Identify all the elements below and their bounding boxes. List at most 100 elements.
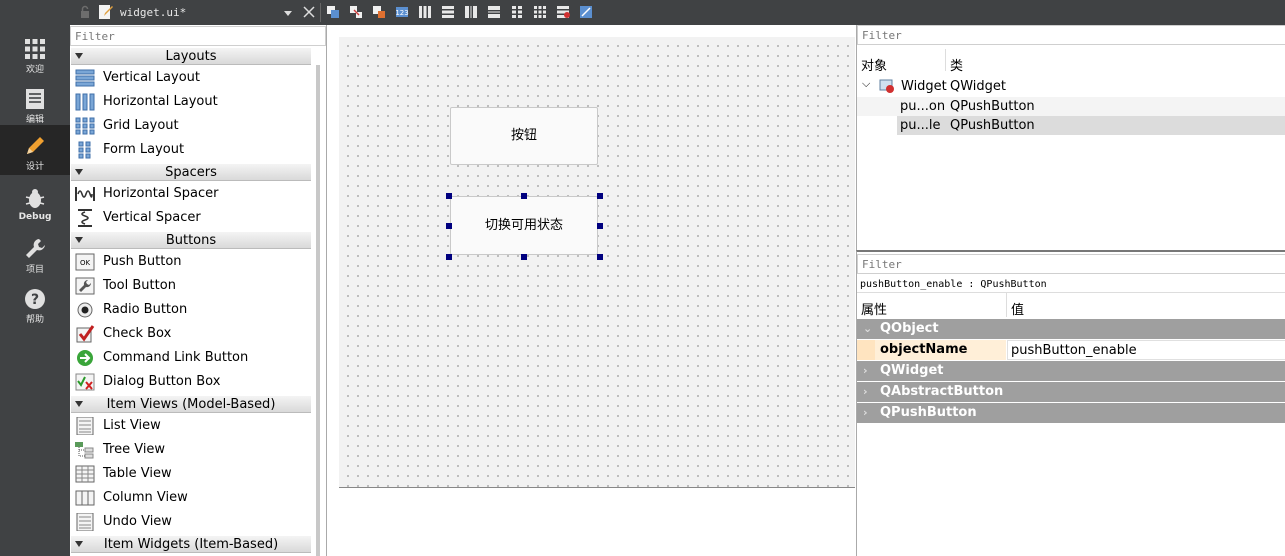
- layout-grid-icon[interactable]: [533, 5, 547, 19]
- editor-toolbar: widget.ui* 123: [70, 0, 1285, 25]
- property-group-qpushbutton[interactable]: › QPushButton: [857, 403, 1285, 423]
- category-item-widgets[interactable]: Item Widgets (Item-Based): [71, 536, 311, 553]
- layout-form-icon[interactable]: [510, 5, 524, 19]
- question-icon: ?: [25, 289, 45, 309]
- tool-button-icon: [75, 277, 95, 295]
- widget-push-button[interactable]: OK Push Button: [71, 250, 311, 274]
- property-row-objectname[interactable]: objectName pushButton_enable: [857, 340, 1285, 360]
- widget-box: Filter Layouts Vertical Layout Horizonta…: [70, 25, 327, 556]
- mode-welcome[interactable]: 欢迎: [0, 32, 70, 82]
- object-inspector: Filter 对象 类 ⌵ Widget QWidget pu...on QPu…: [856, 25, 1285, 250]
- object-name-field[interactable]: pushButton_enable: [1007, 340, 1285, 360]
- category-buttons[interactable]: Buttons: [71, 232, 311, 249]
- mode-label: Debug: [18, 212, 52, 222]
- widget-undo-view[interactable]: Undo View: [71, 510, 311, 534]
- chevron-down-icon[interactable]: [284, 11, 292, 16]
- widget-tool-button[interactable]: Tool Button: [71, 274, 311, 298]
- toolbar-separator: [320, 3, 321, 22]
- widget-filter-input[interactable]: Filter: [70, 26, 326, 46]
- column-divider: [1006, 293, 1007, 317]
- selection-handle[interactable]: [521, 254, 527, 260]
- selection-handle[interactable]: [446, 223, 452, 229]
- mode-design[interactable]: 设计: [0, 125, 70, 175]
- form-canvas[interactable]: 按钮 切换可用状态: [339, 37, 855, 488]
- edit-signals-icon[interactable]: [349, 5, 363, 19]
- category-label: Item Widgets (Item-Based): [103, 537, 279, 552]
- widget-form-layout[interactable]: Form Layout: [71, 138, 311, 162]
- layout-vertical-icon[interactable]: [441, 5, 455, 19]
- mode-debug[interactable]: Debug: [0, 182, 70, 232]
- collapse-arrow-icon: [75, 169, 83, 175]
- property-group-qabstractbutton[interactable]: › QAbstractButton: [857, 382, 1285, 402]
- file-name: widget.ui*: [120, 6, 187, 19]
- object-class: QWidget: [950, 79, 1007, 94]
- collapse-chevron-icon[interactable]: ⌵: [862, 77, 870, 91]
- mode-help[interactable]: ? 帮助: [0, 282, 70, 332]
- category-layouts[interactable]: Layouts: [71, 48, 311, 65]
- object-row-selected[interactable]: pu...le QPushButton: [897, 116, 1285, 135]
- widget-grid-layout[interactable]: Grid Layout: [71, 114, 311, 138]
- widget-label: Column View: [103, 490, 188, 505]
- selection-handle[interactable]: [446, 193, 452, 199]
- splitter-horizontal-icon[interactable]: [464, 5, 478, 19]
- widget-vertical-spacer[interactable]: Vertical Spacer: [71, 206, 311, 230]
- category-item-views[interactable]: Item Views (Model-Based): [71, 396, 311, 413]
- adjust-size-icon[interactable]: [579, 5, 593, 19]
- selection-handle[interactable]: [521, 193, 527, 199]
- group-label: QAbstractButton: [880, 384, 1004, 399]
- property-group-qobject[interactable]: ⌄ QObject: [857, 319, 1285, 339]
- widget-label: Horizontal Spacer: [103, 186, 219, 201]
- widget-check-box[interactable]: Check Box: [71, 322, 311, 346]
- object-row-widget[interactable]: ⌵ Widget QWidget: [857, 77, 1285, 96]
- widget-horizontal-layout[interactable]: Horizontal Layout: [71, 90, 311, 114]
- selection-handle[interactable]: [597, 254, 603, 260]
- column-divider: [945, 49, 946, 71]
- push-button-icon: OK: [75, 253, 95, 271]
- widget-label: Push Button: [103, 254, 182, 269]
- column-header-property[interactable]: 属性: [861, 299, 887, 318]
- collapse-arrow-icon: [75, 237, 83, 243]
- column-header-value[interactable]: 值: [1011, 299, 1024, 318]
- widget-horizontal-spacer[interactable]: Horizontal Spacer: [71, 182, 311, 206]
- widget-list-view[interactable]: List View: [71, 414, 311, 438]
- file-selector[interactable]: widget.ui*: [70, 0, 326, 25]
- widget-label: Horizontal Layout: [103, 94, 218, 109]
- document-icon: [26, 89, 44, 109]
- tab-order-icon[interactable]: 123: [395, 5, 409, 19]
- category-spacers[interactable]: Spacers: [71, 164, 311, 181]
- widget-dialog-button-box[interactable]: Dialog Button Box: [71, 370, 311, 394]
- widget-column-view[interactable]: Column View: [71, 486, 311, 510]
- selection-handle[interactable]: [597, 193, 603, 199]
- widget-tree-view[interactable]: Tree View: [71, 438, 311, 462]
- property-filter-input[interactable]: Filter: [857, 254, 1285, 274]
- widget-box-scrollbar[interactable]: [316, 65, 320, 556]
- selection-handle[interactable]: [446, 254, 452, 260]
- object-filter-input[interactable]: Filter: [857, 25, 1285, 45]
- push-button[interactable]: 按钮: [450, 107, 598, 165]
- column-header-class[interactable]: 类: [950, 55, 963, 74]
- widget-table-view[interactable]: Table View: [71, 462, 311, 486]
- tree-view-icon: [75, 442, 94, 459]
- collapse-arrow-icon: [75, 53, 83, 59]
- widget-radio-button[interactable]: Radio Button: [71, 298, 311, 322]
- widget-label: Vertical Spacer: [103, 210, 201, 225]
- push-button-enable[interactable]: 切换可用状态: [450, 196, 598, 255]
- vertical-spacer-icon: [78, 209, 92, 227]
- object-row[interactable]: pu...on QPushButton: [857, 97, 1285, 116]
- close-icon[interactable]: [302, 5, 316, 19]
- edit-buddies-icon[interactable]: [372, 5, 386, 19]
- grid-layout-icon: [75, 117, 95, 135]
- widget-vertical-layout[interactable]: Vertical Layout: [71, 66, 311, 90]
- form-editor-area: 按钮 切换可用状态: [327, 25, 855, 556]
- mode-projects[interactable]: 项目: [0, 232, 70, 282]
- layout-horizontal-icon[interactable]: [418, 5, 432, 19]
- form-layout-icon: [78, 141, 91, 159]
- selection-handle[interactable]: [597, 223, 603, 229]
- splitter-vertical-icon[interactable]: [487, 5, 501, 19]
- property-name: objectName: [880, 342, 968, 357]
- property-group-qwidget[interactable]: › QWidget: [857, 361, 1285, 381]
- edit-widgets-icon[interactable]: [326, 5, 340, 19]
- widget-command-link-button[interactable]: Command Link Button: [71, 346, 311, 370]
- column-header-object[interactable]: 对象: [861, 55, 887, 74]
- break-layout-icon[interactable]: [556, 5, 570, 19]
